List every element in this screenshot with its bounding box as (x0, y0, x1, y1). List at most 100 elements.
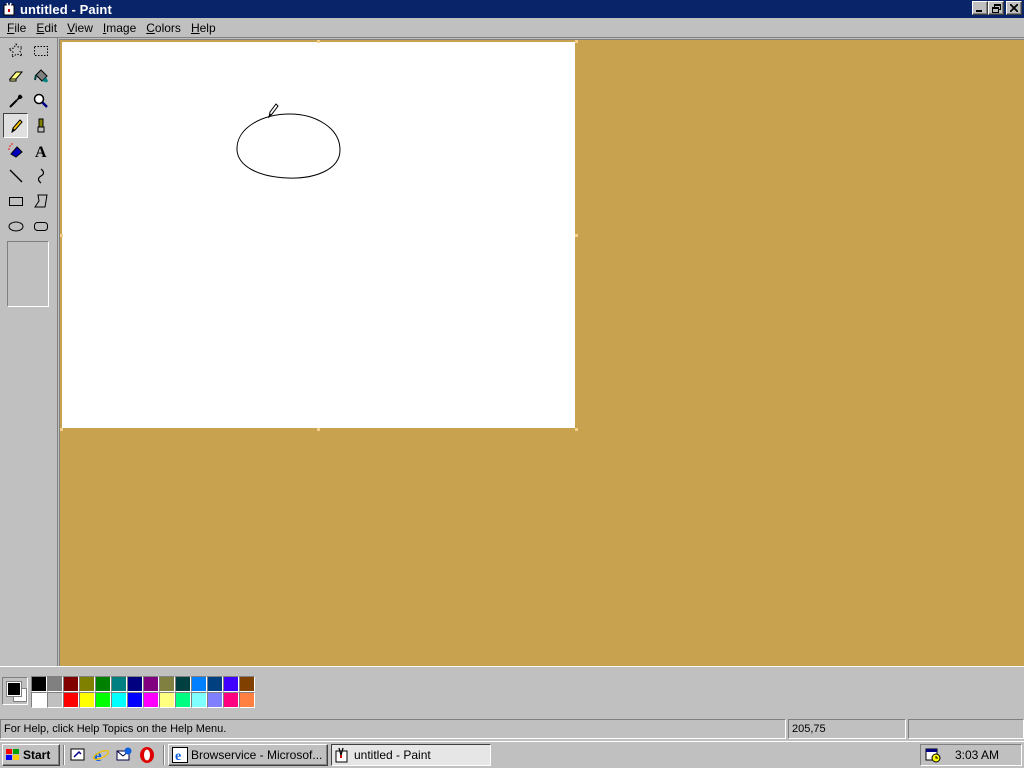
start-button[interactable]: Start (2, 744, 60, 766)
palette-swatch-top-8[interactable] (143, 676, 159, 692)
canvas-resize-handle-right[interactable] (575, 234, 578, 237)
pick-color-tool[interactable] (3, 88, 28, 113)
pencil-tool[interactable] (3, 113, 28, 138)
close-button[interactable] (1006, 1, 1022, 15)
taskbar: Start e e Browservice - Microsof... unti… (0, 741, 1024, 768)
ellipse-tool[interactable] (3, 213, 28, 238)
title-bar[interactable]: untitled - Paint (0, 0, 1024, 18)
canvas-resize-handle-bl[interactable] (60, 428, 63, 431)
select-tool[interactable] (28, 38, 53, 63)
palette-swatch-top-1[interactable] (31, 676, 47, 692)
canvas-resize-handle-top[interactable] (317, 40, 320, 43)
rounded-rectangle-tool[interactable] (28, 213, 53, 238)
curve-icon (37, 168, 44, 183)
airbrush-tool[interactable] (3, 138, 28, 163)
canvas-resize-handle-br[interactable] (575, 428, 578, 431)
palette-swatch-bottom-5[interactable] (95, 692, 111, 708)
magnifier-tool[interactable] (28, 88, 53, 113)
drawn-ellipse (236, 113, 341, 179)
palette-swatch-top-13[interactable] (223, 676, 239, 692)
fill-with-color-tool[interactable] (28, 63, 53, 88)
menu-colors[interactable]: Colors (141, 21, 186, 35)
taskbar-separator (63, 745, 65, 765)
palette-swatch-bottom-14[interactable] (239, 692, 255, 708)
palette-swatch-bottom-7[interactable] (127, 692, 143, 708)
curve-tool[interactable] (28, 163, 53, 188)
menu-view[interactable]: View (62, 21, 98, 35)
task-button-browservice[interactable]: e Browservice - Microsof... (168, 744, 328, 766)
show-desktop-button[interactable] (68, 745, 88, 765)
palette-swatch-top-14[interactable] (239, 676, 255, 692)
close-icon (1010, 4, 1018, 12)
line-tool[interactable] (3, 163, 28, 188)
menu-file[interactable]: File (2, 21, 31, 35)
opera-button[interactable] (137, 745, 157, 765)
brush-icon (37, 118, 44, 132)
foreground-color-swatch[interactable] (6, 681, 22, 697)
palette-swatch-bottom-12[interactable] (207, 692, 223, 708)
menu-file-label: ile (14, 20, 27, 35)
current-colors[interactable] (2, 677, 28, 705)
menu-colors-accel: C (146, 20, 155, 35)
polygon-icon (33, 194, 48, 207)
scheduler-icon[interactable] (925, 747, 941, 763)
palette-swatch-top-9[interactable] (159, 676, 175, 692)
taskbar-separator (163, 745, 165, 765)
eraser-tool[interactable] (3, 63, 28, 88)
canvas-resize-handle-left[interactable] (60, 234, 63, 237)
palette-swatch-top-11[interactable] (191, 676, 207, 692)
clock[interactable]: 3:03 AM (955, 748, 999, 762)
palette-swatch-top-10[interactable] (175, 676, 191, 692)
outlook-express-button[interactable] (114, 745, 134, 765)
palette-swatch-bottom-13[interactable] (223, 692, 239, 708)
palette-swatch-bottom-8[interactable] (143, 692, 159, 708)
palette-swatch-top-7[interactable] (127, 676, 143, 692)
palette-swatch-bottom-3[interactable] (63, 692, 79, 708)
palette-swatch-bottom-6[interactable] (111, 692, 127, 708)
menu-view-accel: V (67, 20, 75, 35)
text-tool[interactable]: A (28, 138, 53, 163)
opera-icon (140, 747, 154, 763)
palette-swatch-bottom-10[interactable] (175, 692, 191, 708)
canvas-resize-handle-tr[interactable] (575, 40, 578, 43)
canvas-resize-handle-bottom[interactable] (317, 428, 320, 431)
eraser-icon (8, 71, 23, 81)
workspace (59, 39, 1024, 666)
pencil-cursor-icon (268, 103, 279, 119)
palette-swatch-top-6[interactable] (111, 676, 127, 692)
palette-swatch-top-5[interactable] (95, 676, 111, 692)
restore-button[interactable] (988, 1, 1004, 15)
palette-swatch-bottom-11[interactable] (191, 692, 207, 708)
menu-edit[interactable]: Edit (31, 21, 62, 35)
status-selection-size (908, 719, 1024, 739)
palette-swatch-bottom-1[interactable] (31, 692, 47, 708)
paint-icon[interactable] (2, 1, 18, 17)
ellipse-icon (8, 221, 23, 231)
internet-explorer-button[interactable]: e (91, 745, 111, 765)
palette-swatch-bottom-2[interactable] (47, 692, 63, 708)
palette-swatch-top-3[interactable] (63, 676, 79, 692)
menu-image[interactable]: Image (98, 21, 141, 35)
drawing-canvas[interactable] (62, 42, 575, 428)
rectangle-icon (8, 196, 23, 206)
minimize-icon (976, 10, 982, 12)
palette-swatch-bottom-4[interactable] (79, 692, 95, 708)
palette-swatch-top-12[interactable] (207, 676, 223, 692)
brush-tool[interactable] (28, 113, 53, 138)
svg-text:e: e (175, 749, 181, 763)
free-form-select-icon (7, 42, 23, 58)
task-label: untitled - Paint (354, 748, 431, 762)
polygon-tool[interactable] (28, 188, 53, 213)
palette-swatch-top-2[interactable] (47, 676, 63, 692)
free-form-select-tool[interactable] (3, 38, 28, 63)
menu-help-label: elp (199, 20, 216, 35)
menu-help[interactable]: Help (186, 21, 221, 35)
palette-swatch-top-4[interactable] (79, 676, 95, 692)
minimize-button[interactable] (972, 1, 988, 15)
tool-options-box[interactable] (7, 241, 49, 307)
rectangle-tool[interactable] (3, 188, 28, 213)
palette-swatch-bottom-9[interactable] (159, 692, 175, 708)
paint-icon (335, 747, 348, 763)
color-box (0, 666, 1024, 716)
task-button-paint[interactable]: untitled - Paint (331, 744, 491, 766)
